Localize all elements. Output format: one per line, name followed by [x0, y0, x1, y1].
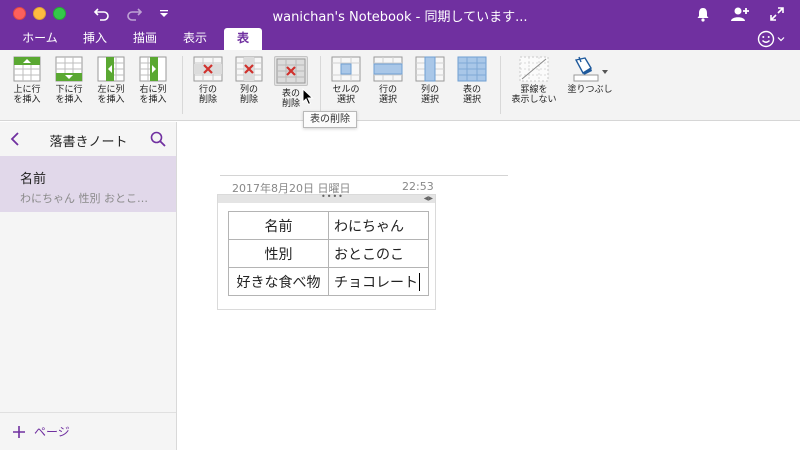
- insert-row-below-label: 下に行 を挿入: [55, 85, 83, 105]
- delete-column-label: 列の 削除: [239, 85, 258, 105]
- select-row-button[interactable]: 行の 選択: [370, 56, 406, 118]
- insert-column-right-icon: [139, 56, 167, 82]
- feedback-button[interactable]: [757, 29, 787, 49]
- fullscreen-button[interactable]: [767, 4, 787, 24]
- container-move-handle[interactable]: •••• ◀▶: [218, 193, 435, 203]
- paint-bucket-icon: [573, 56, 599, 82]
- chevron-down-icon[interactable]: [601, 68, 609, 76]
- delete-table-tooltip: 表の削除: [303, 111, 357, 128]
- add-person-icon: [731, 7, 749, 21]
- delete-column-icon: [235, 56, 263, 82]
- notifications-button[interactable]: [693, 4, 713, 24]
- delete-table-button[interactable]: 表の 削除: [272, 56, 310, 118]
- tab-view[interactable]: 表示: [174, 28, 216, 50]
- add-page-label: ページ: [34, 425, 70, 439]
- select-table-icon: [457, 56, 487, 82]
- select-row-icon: [373, 56, 403, 82]
- insert-column-left-button[interactable]: 左に列 を挿入: [92, 56, 130, 118]
- table-cell[interactable]: わにちゃん: [328, 211, 429, 240]
- insert-column-left-label: 左に列 を挿入: [97, 85, 125, 105]
- page-list-item[interactable]: 名前 わにちゃん 性別 おとこ…: [0, 156, 176, 212]
- tab-insert[interactable]: 挿入: [74, 28, 116, 50]
- delete-table-label: 表の 削除: [281, 89, 300, 109]
- page-list-sidebar: 落書きノート 名前 わにちゃん 性別 おとこ… ページ: [0, 122, 177, 450]
- table-cell[interactable]: おとこのこ: [328, 239, 429, 268]
- delete-row-icon: [193, 56, 223, 82]
- table-cell[interactable]: チョコレート: [328, 267, 429, 296]
- table-cell-text: チョコレート: [334, 274, 418, 291]
- table-cell[interactable]: 好きな食べ物: [228, 267, 329, 296]
- insert-row-above-icon: [13, 56, 41, 82]
- select-row-label: 行の 選択: [378, 85, 397, 105]
- insert-column-left-icon: [97, 56, 125, 82]
- hide-borders-button[interactable]: 罫線を 表示しない: [506, 56, 562, 118]
- sidebar-footer: ページ: [0, 412, 176, 450]
- select-column-icon: [415, 56, 445, 82]
- note-table[interactable]: 名前 わにちゃん 性別 おとこのこ 好きな食べ物 チョコレート: [228, 211, 429, 296]
- select-cell-label: セルの 選択: [332, 85, 360, 105]
- shading-button[interactable]: 塗りつぶし: [564, 56, 616, 118]
- table-row: 好きな食べ物 チョコレート: [228, 267, 429, 296]
- page-title-line[interactable]: [220, 175, 508, 176]
- ribbon-separator: [182, 56, 183, 114]
- ribbon: 上に行 を挿入 下に行 を挿入 左に列 を挿入 右に列 を挿入 行の 削除 列の…: [0, 50, 800, 121]
- page-item-preview: わにちゃん 性別 おとこ…: [20, 192, 148, 205]
- tab-draw[interactable]: 描画: [124, 28, 166, 50]
- mouse-cursor-icon: [302, 88, 314, 106]
- search-icon: [150, 131, 166, 147]
- insert-row-above-label: 上に行 を挿入: [13, 85, 41, 105]
- shading-icon-wrap: [571, 56, 609, 82]
- note-container[interactable]: •••• ◀▶ 名前 わにちゃん 性別 おとこのこ 好きな食べ物 チョコレート: [217, 193, 436, 310]
- delete-row-label: 行の 削除: [198, 85, 217, 105]
- table-row: 名前 わにちゃん: [228, 211, 429, 240]
- delete-table-hover-frame: [274, 56, 308, 86]
- fullscreen-icon: [770, 7, 784, 21]
- tab-table[interactable]: 表: [224, 28, 262, 50]
- bell-icon: [697, 7, 709, 22]
- window-title: wanichan's Notebook - 同期しています...: [272, 10, 528, 25]
- smiley-icon: [757, 30, 775, 48]
- select-table-label: 表の 選択: [462, 85, 481, 105]
- title-bar: wanichan's Notebook - 同期しています...: [0, 0, 800, 28]
- select-column-label: 列の 選択: [420, 85, 439, 105]
- select-cell-button[interactable]: セルの 選択: [328, 56, 364, 118]
- text-caret: [419, 272, 420, 291]
- page-time: 22:53: [402, 180, 434, 193]
- tab-home[interactable]: ホーム: [14, 28, 66, 50]
- select-cell-icon: [331, 56, 361, 82]
- hide-borders-label: 罫線を 表示しない: [511, 85, 557, 105]
- ribbon-separator: [320, 56, 321, 114]
- ribbon-tab-bar: ホーム 挿入 描画 表示 表: [0, 28, 800, 50]
- shading-label: 塗りつぶし: [567, 85, 613, 95]
- insert-row-above-button[interactable]: 上に行 を挿入: [8, 56, 46, 118]
- add-page-button[interactable]: ページ: [12, 423, 70, 440]
- select-table-button[interactable]: 表の 選択: [454, 56, 490, 118]
- resize-arrows-icon[interactable]: ◀▶: [424, 195, 433, 203]
- hide-borders-icon: [519, 56, 549, 82]
- insert-row-below-icon: [55, 56, 83, 82]
- delete-table-icon: [276, 58, 306, 84]
- search-button[interactable]: [150, 131, 168, 149]
- table-row: 性別 おとこのこ: [228, 239, 429, 268]
- insert-column-right-button[interactable]: 右に列 を挿入: [134, 56, 172, 118]
- ribbon-separator: [500, 56, 501, 114]
- page-item-title: 名前: [20, 172, 47, 187]
- plus-icon: [13, 425, 25, 438]
- table-cell[interactable]: 名前: [228, 211, 329, 240]
- share-button[interactable]: [729, 4, 751, 24]
- select-column-button[interactable]: 列の 選択: [412, 56, 448, 118]
- drag-grip-icon[interactable]: ••••: [321, 193, 344, 201]
- table-cell[interactable]: 性別: [228, 239, 329, 268]
- delete-row-button[interactable]: 行の 削除: [190, 56, 226, 118]
- chevron-down-icon: [777, 37, 785, 42]
- delete-column-button[interactable]: 列の 削除: [232, 56, 266, 118]
- insert-column-right-label: 右に列 を挿入: [139, 85, 167, 105]
- insert-row-below-button[interactable]: 下に行 を挿入: [50, 56, 88, 118]
